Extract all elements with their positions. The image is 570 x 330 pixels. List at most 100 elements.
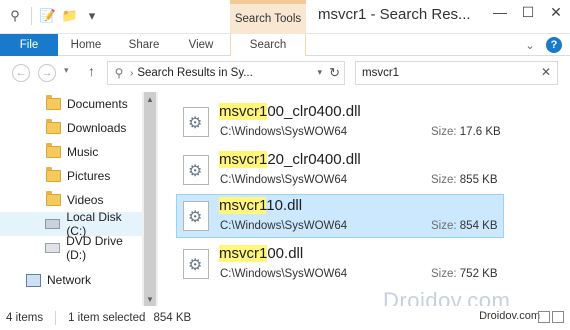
size-label: Size: xyxy=(431,220,457,232)
network-icon xyxy=(24,272,42,288)
maximize-button[interactable]: ☐ xyxy=(514,0,542,24)
quick-access-toolbar: ⚲ 📝 📁 ▾ xyxy=(6,6,101,26)
sidebar-item-local-disk[interactable]: Local Disk (C:) xyxy=(0,210,142,238)
dll-file-icon xyxy=(183,249,209,279)
folder-icon xyxy=(44,143,62,160)
separator xyxy=(55,311,57,325)
title-bar: ⚲ 📝 📁 ▾ Search Tools msvcr1 - Search Res… xyxy=(0,0,570,34)
dll-file-icon xyxy=(183,155,209,185)
search-icon[interactable]: ⚲ xyxy=(6,6,24,26)
dll-file-icon xyxy=(183,201,209,231)
file-name-rest: 00_clr0400.dll xyxy=(267,103,361,120)
file-item[interactable]: msvcr100_clr0400.dll C:\Windows\SysWOW64… xyxy=(176,100,504,144)
sidebar-item-downloads[interactable]: Downloads xyxy=(0,116,142,140)
file-name: msvcr100.dll xyxy=(219,245,303,262)
file-size: Size: 854 KB xyxy=(431,220,498,232)
details-view-icon[interactable] xyxy=(538,311,550,323)
size-value: 752 KB xyxy=(459,268,498,280)
item-count: 4 items xyxy=(6,312,44,324)
sidebar-item-label: Downloads xyxy=(67,121,127,135)
folder-icon xyxy=(44,119,62,136)
site-url: Droidov.com xyxy=(479,310,540,322)
tab-search[interactable]: Search xyxy=(230,34,306,56)
tab-home[interactable]: Home xyxy=(58,34,114,56)
size-label: Size: xyxy=(431,126,457,138)
folder-icon xyxy=(44,167,62,184)
navigation-bar: ← → ▾ ↑ ⚲ › Search Results in Sy... ▾ ↻ … xyxy=(0,56,570,92)
address-bar[interactable]: ⚲ › Search Results in Sy... ▾ ↻ xyxy=(107,61,345,85)
window-controls: — ☐ ✕ xyxy=(486,0,570,24)
file-name-rest: 00.dll xyxy=(267,245,304,262)
file-size: Size: 17.6 KB xyxy=(431,126,501,138)
close-button[interactable]: ✕ xyxy=(542,0,570,24)
size-label: Size: xyxy=(431,174,457,186)
dll-file-icon xyxy=(183,107,209,137)
separator xyxy=(31,7,32,25)
minimize-button[interactable]: — xyxy=(486,0,514,24)
up-button[interactable]: ↑ xyxy=(88,63,95,79)
search-input[interactable] xyxy=(356,62,526,84)
size-value: 854 KB xyxy=(459,220,498,232)
sidebar-item-videos[interactable]: Videos xyxy=(0,188,142,212)
file-name: msvcr110.dll xyxy=(219,197,302,214)
ribbon-tabs: File Home Share View Search ⌄ ? xyxy=(0,34,570,56)
large-icons-view-icon[interactable] xyxy=(552,311,564,323)
file-size: Size: 752 KB xyxy=(431,268,498,280)
close-icon[interactable]: ✕ xyxy=(541,65,551,79)
file-path: C:\Windows\SysWOW64 xyxy=(220,220,348,232)
tab-view[interactable]: View xyxy=(174,34,228,56)
sidebar-item-label: Music xyxy=(67,145,99,159)
chevron-down-icon[interactable]: ▾ xyxy=(83,6,101,26)
file-name-rest: 10.dll xyxy=(266,197,303,214)
file-path: C:\Windows\SysWOW64 xyxy=(220,126,348,138)
search-box[interactable]: ✕ xyxy=(355,61,558,85)
sidebar-item-label: Videos xyxy=(67,193,104,207)
folder-icon xyxy=(44,191,62,208)
disk-icon xyxy=(44,216,61,232)
refresh-icon[interactable]: ↻ xyxy=(329,65,340,81)
status-bar: 4 items 1 item selected 854 KB Droidov.c… xyxy=(0,306,570,330)
file-item[interactable]: msvcr110.dll C:\Windows\SysWOW64 Size: 8… xyxy=(176,194,504,238)
search-highlight: msvcr1 xyxy=(219,245,268,262)
sidebar-item-network[interactable]: Network xyxy=(0,268,142,292)
chevron-right-icon[interactable]: › xyxy=(130,68,133,79)
search-highlight: msvcr1 xyxy=(219,151,268,168)
selected-size: 854 KB xyxy=(153,312,192,324)
ribbon-right-controls: ⌄ ? xyxy=(522,37,562,53)
sidebar-item-dvd-drive[interactable]: DVD Drive (D:) xyxy=(0,234,142,262)
sidebar-item-label: Network xyxy=(47,273,92,287)
sidebar-item-documents[interactable]: Documents xyxy=(0,92,142,116)
size-value: 17.6 KB xyxy=(459,126,501,138)
properties-icon[interactable]: 📝 xyxy=(39,6,57,26)
new-folder-icon[interactable]: 📁 xyxy=(61,6,79,26)
selected-count: 1 item selected xyxy=(68,312,146,324)
sidebar-item-pictures[interactable]: Pictures xyxy=(0,164,142,188)
scroll-down-arrow-icon[interactable]: ▼ xyxy=(142,292,158,306)
file-name: msvcr100_clr0400.dll xyxy=(219,103,361,120)
recent-locations-icon[interactable]: ▾ xyxy=(64,65,69,76)
search-highlight: msvcr1 xyxy=(219,197,267,214)
view-toggle xyxy=(538,311,564,323)
address-path[interactable]: Search Results in Sy... xyxy=(137,67,252,79)
back-button[interactable]: ← xyxy=(12,64,30,82)
file-name: msvcr120_clr0400.dll xyxy=(219,151,361,168)
sidebar-item-label: Pictures xyxy=(67,169,111,183)
tab-file[interactable]: File xyxy=(0,34,58,56)
sidebar-scrollbar[interactable]: ▲ ▼ xyxy=(142,92,158,306)
file-path: C:\Windows\SysWOW64 xyxy=(220,174,348,186)
help-icon[interactable]: ? xyxy=(546,37,562,53)
size-value: 855 KB xyxy=(459,174,498,186)
sidebar-item-music[interactable]: Music xyxy=(0,140,142,164)
scrollbar-thumb[interactable] xyxy=(144,92,156,306)
navigation-pane: Documents Downloads Music Pictures Video… xyxy=(0,92,158,306)
expand-ribbon-icon[interactable]: ⌄ xyxy=(522,37,538,53)
scroll-up-arrow-icon[interactable]: ▲ xyxy=(142,92,158,106)
tab-share[interactable]: Share xyxy=(116,34,172,56)
forward-button[interactable]: → xyxy=(38,64,56,82)
address-dropdown-icon[interactable]: ▾ xyxy=(317,67,322,78)
file-item[interactable]: msvcr120_clr0400.dll C:\Windows\SysWOW64… xyxy=(176,148,504,192)
file-size: Size: 855 KB xyxy=(431,174,498,186)
dvd-icon xyxy=(44,240,61,256)
window-title: msvcr1 - Search Res... xyxy=(318,6,471,23)
file-item[interactable]: msvcr100.dll C:\Windows\SysWOW64 Size: 7… xyxy=(176,242,504,286)
